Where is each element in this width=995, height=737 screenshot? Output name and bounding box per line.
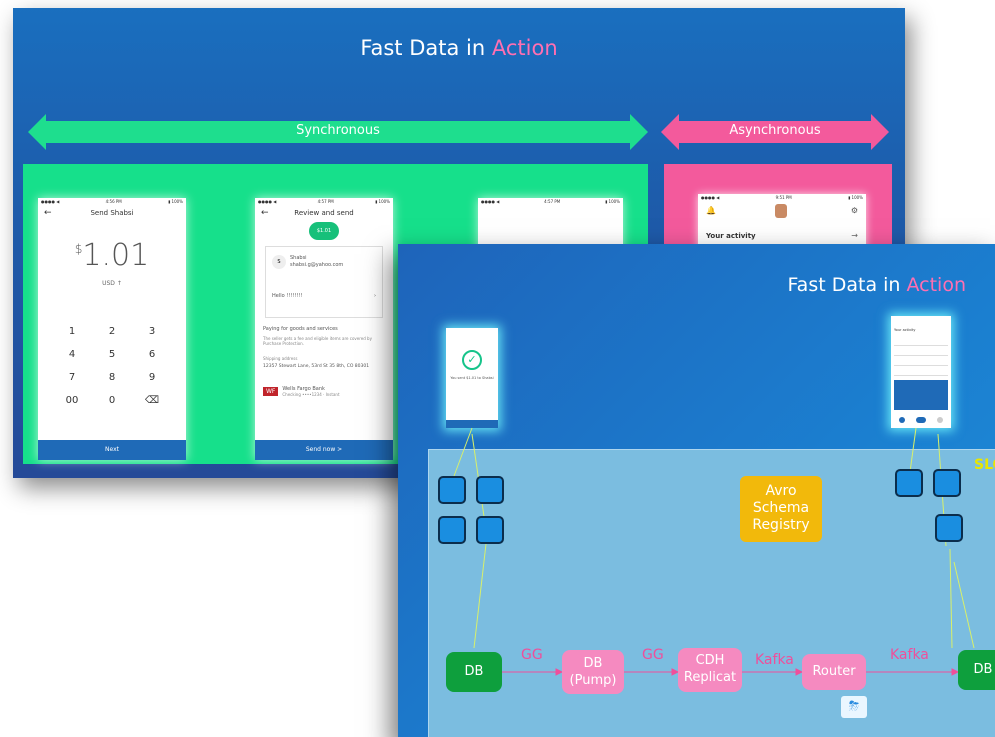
status-bar: ●●●● ◀ 4:56 PM ▮ 100% (41, 199, 183, 204)
currency-symbol: $ (74, 242, 83, 256)
avro-line-3: Registry (752, 517, 810, 533)
next-button[interactable]: Next (38, 440, 186, 460)
kafka-label-1: Kafka (755, 652, 794, 668)
gg-label-1: GG (521, 647, 543, 663)
cdh-line-1: CDH (695, 653, 725, 668)
avatar[interactable] (775, 204, 787, 218)
pump-line-1: DB (583, 656, 603, 671)
status-bar: ●●●● ◀ 9:51 PM ▮ 100% (701, 195, 863, 200)
key-6[interactable]: 6 (132, 349, 172, 360)
send-now-button[interactable]: Send now > (255, 440, 393, 460)
key-8[interactable]: 8 (92, 372, 132, 383)
status-bar: ●●●● ◀ 4:57 PM ▮ 100% (481, 199, 620, 204)
microservice-box (476, 476, 504, 504)
arrow-right-icon[interactable]: → (851, 231, 858, 240)
kafka-label-2: Kafka (890, 647, 929, 663)
microservice-box (935, 514, 963, 542)
amount-value: 1.01 (82, 238, 150, 273)
cdh-replicat-box: CDH Replicat (678, 648, 742, 692)
avro-schema-registry: Avro Schema Registry (740, 476, 822, 542)
shipping-address[interactable]: 12357 Stewart Lane, 53rd St 35 8th, CO 8… (263, 364, 385, 369)
phone-send-money: ●●●● ◀ 4:56 PM ▮ 100% ← Send Shabsi $1.01 … (38, 198, 186, 460)
key-5[interactable]: 5 (92, 349, 132, 360)
slide1-title-main: Fast Data in (360, 36, 492, 60)
screenshot-stage: Fast Data in Action Synchronous Asynchro… (0, 0, 995, 737)
target-db: DB (958, 650, 995, 690)
slide1-title: Fast Data in Action (13, 36, 905, 60)
shipping-label: Shipping address (263, 356, 298, 361)
slide-fast-data-architecture: Fast Data in Action ✓ You sent $1.01 to … (398, 244, 995, 737)
microservice-box (438, 476, 466, 504)
currency-selector[interactable]: USD ↑ (38, 280, 186, 287)
phone1-title: Send Shabsi (90, 209, 134, 217)
wells-fargo-logo: WF (263, 387, 279, 396)
back-arrow-icon[interactable]: ← (44, 208, 52, 218)
backspace-icon[interactable]: ⌫ (132, 395, 172, 406)
purpose-detail: The seller gets a fee and eligible items… (263, 336, 372, 346)
bank-detail: Checking ••••1234 · Instant (282, 392, 340, 397)
gear-icon[interactable]: ⚙ (851, 206, 858, 215)
recipient-email: shabsi.g@yahoo.com (290, 262, 344, 268)
back-arrow-icon[interactable]: ← (261, 208, 269, 218)
payment-note[interactable]: Hello !!!!!!!! (272, 293, 302, 299)
key-00[interactable]: 00 (52, 395, 92, 406)
numeric-keypad: 1 2 3 4 5 6 7 8 9 00 0 ⌫ (52, 326, 172, 406)
key-2[interactable]: 2 (92, 326, 132, 337)
asynchronous-label: Asynchronous (729, 123, 821, 138)
avatar: S (272, 255, 286, 269)
bell-icon[interactable]: 🔔 (706, 206, 716, 215)
avro-line-2: Schema (752, 500, 810, 516)
activity-heading: Your activity (706, 232, 756, 240)
storm-icon: ⛈ (841, 696, 867, 718)
microservice-box (933, 469, 961, 497)
key-0[interactable]: 0 (92, 395, 132, 406)
phone2-title: Review and send (294, 209, 354, 217)
microservice-box (895, 469, 923, 497)
asynchronous-arrow: Asynchronous (661, 114, 889, 150)
amount-display: $1.01 (38, 238, 186, 273)
slo-label: SLO (974, 457, 995, 473)
recipient-name: Shabsi (290, 255, 307, 261)
synchronous-label: Synchronous (296, 123, 380, 138)
amount-pill: $1.01 (309, 222, 339, 240)
recipient-card: S Shabsi shabsi.g@yahoo.com Hello !!!!!!… (265, 246, 383, 318)
funding-source[interactable]: WF Wells Fargo Bank Checking ••••1234 · … (263, 386, 385, 397)
synchronous-arrow: Synchronous (28, 114, 648, 150)
avro-line-1: Avro (765, 483, 797, 499)
key-7[interactable]: 7 (52, 372, 92, 383)
chevron-right-icon: › (374, 293, 376, 299)
microservice-box (438, 516, 466, 544)
payment-purpose[interactable]: Paying for goods and services (263, 326, 385, 332)
pump-line-2: (Pump) (569, 673, 617, 688)
gg-label-2: GG (642, 647, 664, 663)
status-bar: ●●●● ◀ 4:57 PM ▮ 100% (258, 199, 390, 204)
source-db: DB (446, 652, 502, 692)
cdh-line-2: Replicat (683, 670, 737, 685)
db-pump-box: DB (Pump) (562, 650, 624, 694)
slide1-title-accent: Action (491, 36, 558, 60)
microservice-box (476, 516, 504, 544)
key-1[interactable]: 1 (52, 326, 92, 337)
key-3[interactable]: 3 (132, 326, 172, 337)
phone-review-send: ●●●● ◀ 4:57 PM ▮ 100% ← Review and send $1… (255, 198, 393, 460)
router-box: Router (802, 654, 866, 690)
key-4[interactable]: 4 (52, 349, 92, 360)
key-9[interactable]: 9 (132, 372, 172, 383)
